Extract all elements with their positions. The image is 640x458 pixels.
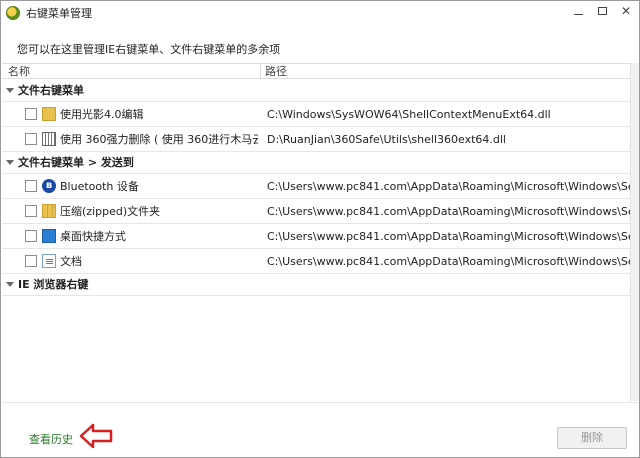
context-menu-manager-window: 右键菜单管理 ✕ 您可以在这里管理IE右键菜单、文件右键菜单的多余项 名称 路径… xyxy=(0,0,640,458)
group-label: IE 浏览器右键 xyxy=(18,278,89,291)
item-checkbox[interactable] xyxy=(25,133,37,145)
item-path: C:\Users\www.pc841.com\AppData\Roaming\M… xyxy=(267,230,630,243)
desktop-icon xyxy=(42,229,56,243)
window-title: 右键菜单管理 xyxy=(26,7,92,20)
item-checkbox[interactable] xyxy=(25,108,37,120)
list-item[interactable]: 压缩(zipped)文件夹 C:\Users\www.pc841.com\App… xyxy=(2,199,630,224)
expand-arrow-icon[interactable] xyxy=(6,160,14,165)
list-item[interactable]: 使用光影4.0编辑 C:\Windows\SysWOW64\ShellConte… xyxy=(2,102,630,127)
item-path: D:\RuanJian\360Safe\Utils\shell360ext64.… xyxy=(267,133,506,146)
zip-folder-icon xyxy=(42,204,56,218)
footer-divider xyxy=(2,402,638,403)
minimize-button[interactable] xyxy=(567,2,589,20)
maximize-button[interactable] xyxy=(591,2,613,20)
list-item[interactable]: 使用 360强力删除 ( 使用 360进行木马云查杀 D:\RuanJian\3… xyxy=(2,127,630,152)
item-path: C:\Users\www.pc841.com\AppData\Roaming\M… xyxy=(267,205,630,218)
item-name: 桌面快捷方式 xyxy=(60,230,126,243)
annotation-arrow-icon xyxy=(79,423,113,449)
item-name: 文档 xyxy=(60,255,82,268)
group-send-to[interactable]: 文件右键菜单 > 发送到 xyxy=(2,152,630,174)
list-item[interactable]: 文档 C:\Users\www.pc841.com\AppData\Roamin… xyxy=(2,249,630,274)
item-name: Bluetooth 设备 xyxy=(60,180,139,193)
close-icon: ✕ xyxy=(620,4,632,18)
item-path: C:\Windows\SysWOW64\ShellContextMenuExt6… xyxy=(267,108,551,121)
app-logo-icon xyxy=(6,6,20,20)
item-checkbox[interactable] xyxy=(25,180,37,192)
vertical-scrollbar[interactable] xyxy=(630,63,639,401)
document-icon xyxy=(42,254,56,268)
list-header: 名称 路径 xyxy=(2,63,630,79)
column-divider[interactable] xyxy=(260,64,261,79)
column-header-name[interactable]: 名称 xyxy=(8,64,30,79)
item-checkbox[interactable] xyxy=(25,205,37,217)
group-label: 文件右键菜单 xyxy=(18,84,84,97)
view-history-link[interactable]: 查看历史 xyxy=(29,431,73,447)
list-item[interactable]: ʙ Bluetooth 设备 C:\Users\www.pc841.com\Ap… xyxy=(2,174,630,199)
delete-button[interactable]: 删除 xyxy=(557,427,627,449)
group-file-context-menu[interactable]: 文件右键菜单 xyxy=(2,80,630,102)
expand-arrow-icon[interactable] xyxy=(6,88,14,93)
group-label: 文件右键菜单 > 发送到 xyxy=(18,156,134,169)
item-name: 压缩(zipped)文件夹 xyxy=(60,205,161,218)
bluetooth-icon: ʙ xyxy=(42,179,56,193)
group-ie-context-menu[interactable]: IE 浏览器右键 xyxy=(2,274,630,296)
column-header-path[interactable]: 路径 xyxy=(265,64,287,79)
maximize-icon xyxy=(597,7,607,15)
folder-icon xyxy=(42,107,56,121)
item-checkbox[interactable] xyxy=(25,230,37,242)
menu-item-list: 文件右键菜单 使用光影4.0编辑 C:\Windows\SysWOW64\She… xyxy=(2,80,630,400)
item-path: C:\Users\www.pc841.com\AppData\Roaming\M… xyxy=(267,180,630,193)
page-description: 您可以在这里管理IE右键菜单、文件右键菜单的多余项 xyxy=(17,43,281,56)
item-checkbox[interactable] xyxy=(25,255,37,267)
close-button[interactable]: ✕ xyxy=(615,2,637,20)
list-item[interactable]: 桌面快捷方式 C:\Users\www.pc841.com\AppData\Ro… xyxy=(2,224,630,249)
minimize-icon xyxy=(573,13,583,15)
item-name: 使用光影4.0编辑 xyxy=(60,108,144,121)
item-path: C:\Users\www.pc841.com\AppData\Roaming\M… xyxy=(267,255,630,268)
shredder-icon xyxy=(42,132,56,146)
item-name: 使用 360强力删除 ( 使用 360进行木马云查杀 xyxy=(60,133,258,146)
expand-arrow-icon[interactable] xyxy=(6,282,14,287)
title-bar: 右键菜单管理 ✕ xyxy=(1,1,639,25)
